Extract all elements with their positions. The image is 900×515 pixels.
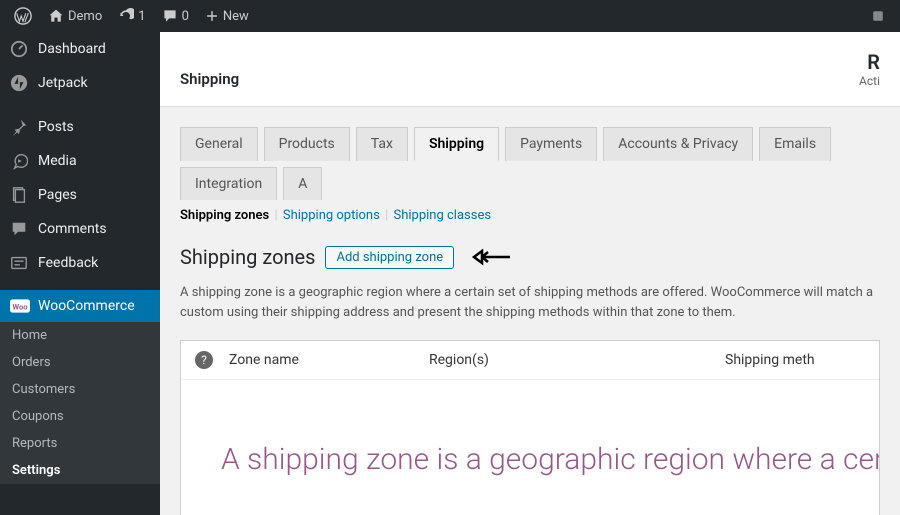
comment-icon	[162, 8, 178, 24]
media-icon	[10, 152, 30, 170]
section-description: A shipping zone is a geographic region w…	[160, 275, 900, 340]
sidebar-item-label: Jetpack	[38, 75, 88, 91]
col-zone-name: Zone name	[229, 352, 429, 368]
add-shipping-zone-button[interactable]: Add shipping zone	[325, 246, 454, 269]
sidebar-item-dashboard[interactable]: Dashboard	[0, 32, 160, 66]
wp-logo[interactable]	[6, 0, 40, 32]
sidebar-item-media[interactable]: Media	[0, 144, 160, 178]
sidebar-item-label: Dashboard	[38, 41, 106, 57]
col-shipping-methods: Shipping meth	[725, 352, 865, 368]
tab-shipping[interactable]: Shipping	[414, 127, 499, 161]
updates-link[interactable]: 1	[110, 0, 153, 32]
help-icon[interactable]: ?	[195, 351, 213, 369]
updates-count: 1	[138, 9, 145, 24]
woocommerce-icon: Woo	[10, 298, 30, 314]
refresh-icon	[118, 8, 134, 24]
section-heading: Shipping zones	[180, 245, 315, 269]
tab-advanced[interactable]: A	[283, 167, 322, 200]
shipping-zones-table: ? Zone name Region(s) Shipping meth A sh…	[180, 340, 880, 515]
feedback-icon	[10, 254, 30, 272]
sidebar-item-label: Feedback	[38, 255, 98, 271]
sidebar-item-pages[interactable]: Pages	[0, 178, 160, 212]
sidebar-item-label: Posts	[38, 119, 74, 135]
svg-text:Woo: Woo	[13, 302, 28, 311]
submenu-item-home[interactable]: Home	[0, 322, 160, 349]
header-right-widget: R Acti	[859, 50, 880, 88]
sidebar-item-label: Media	[38, 153, 77, 169]
site-name: Demo	[68, 9, 102, 24]
tab-tax[interactable]: Tax	[356, 127, 408, 161]
admin-bar: Demo 1 0 New	[0, 0, 900, 32]
dashboard-icon	[10, 40, 30, 58]
tab-integration[interactable]: Integration	[180, 167, 277, 200]
settings-tabs: General Products Tax Shipping Payments A…	[160, 107, 900, 200]
table-header: ? Zone name Region(s) Shipping meth	[181, 341, 879, 379]
page-title: Shipping	[180, 70, 239, 88]
submenu-item-coupons[interactable]: Coupons	[0, 403, 160, 430]
pages-icon	[10, 186, 30, 204]
site-link[interactable]: Demo	[40, 0, 110, 32]
empty-state-pane: A shipping zone is a geographic region w…	[181, 379, 879, 515]
woocommerce-submenu: Home Orders Customers Coupons Reports Se…	[0, 322, 160, 484]
admin-sidebar: Dashboard Jetpack Posts Media Pages Comm…	[0, 32, 160, 515]
sidebar-item-comments[interactable]: Comments	[0, 212, 160, 246]
subnav-classes[interactable]: Shipping classes	[393, 208, 491, 223]
tab-general[interactable]: General	[180, 127, 258, 161]
annotation-arrow-icon	[472, 248, 512, 266]
wordpress-icon	[14, 7, 32, 25]
tab-products[interactable]: Products	[264, 127, 350, 161]
sidebar-item-woocommerce[interactable]: Woo WooCommerce	[0, 290, 160, 322]
home-icon	[48, 8, 64, 24]
sidebar-item-jetpack[interactable]: Jetpack	[0, 66, 160, 100]
new-link[interactable]: New	[197, 0, 257, 32]
tab-accounts[interactable]: Accounts & Privacy	[603, 127, 753, 161]
jetpack-icon	[10, 74, 30, 92]
comments-icon	[10, 220, 30, 238]
comments-link[interactable]: 0	[154, 0, 197, 32]
comments-count: 0	[182, 9, 189, 24]
sidebar-item-label: Comments	[38, 221, 107, 237]
empty-state-text: A shipping zone is a geographic region w…	[221, 440, 879, 479]
tab-emails[interactable]: Emails	[759, 127, 831, 161]
submenu-item-orders[interactable]: Orders	[0, 349, 160, 376]
plus-icon	[205, 9, 219, 23]
page-header: Shipping R Acti	[160, 32, 900, 107]
new-label: New	[223, 9, 249, 24]
sidebar-item-label: WooCommerce	[38, 298, 135, 314]
notifications-link[interactable]	[862, 0, 894, 32]
pin-icon	[10, 118, 30, 136]
tab-payments[interactable]: Payments	[505, 127, 597, 161]
submenu-item-reports[interactable]: Reports	[0, 430, 160, 457]
submenu-item-settings[interactable]: Settings	[0, 457, 160, 484]
sidebar-item-posts[interactable]: Posts	[0, 110, 160, 144]
sub-nav: Shipping zones | Shipping options | Ship…	[160, 200, 900, 231]
subnav-zones[interactable]: Shipping zones	[180, 208, 269, 223]
sidebar-item-feedback[interactable]: Feedback	[0, 246, 160, 280]
content-area: Shipping R Acti General Products Tax Shi…	[160, 32, 900, 515]
subnav-options[interactable]: Shipping options	[283, 208, 380, 223]
col-regions: Region(s)	[429, 352, 725, 368]
notification-icon	[870, 8, 886, 24]
sidebar-item-label: Pages	[38, 187, 77, 203]
submenu-item-customers[interactable]: Customers	[0, 376, 160, 403]
